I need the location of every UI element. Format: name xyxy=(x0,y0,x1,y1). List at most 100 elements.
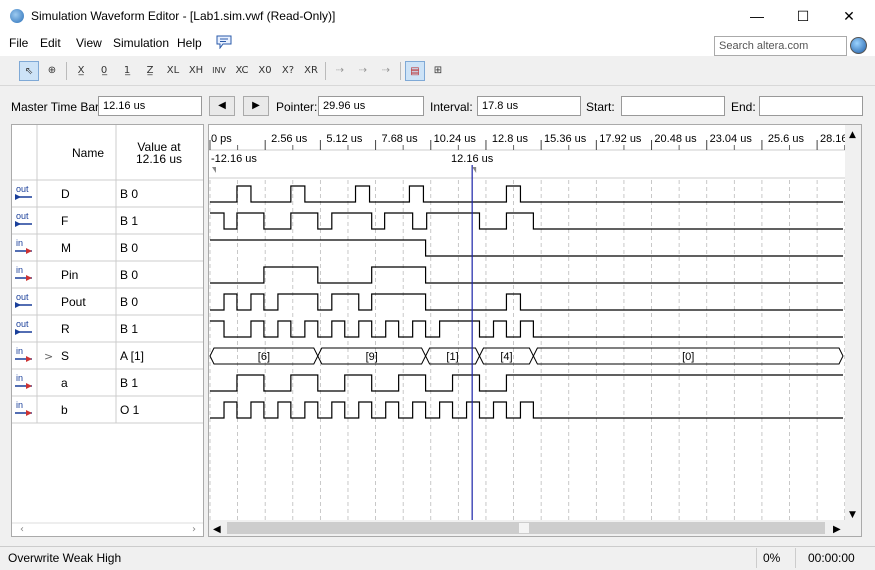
signal-waveform[interactable] xyxy=(210,185,843,203)
signal-name[interactable]: S xyxy=(61,349,69,363)
value-column-header-line2[interactable]: 12.16 us xyxy=(136,152,182,166)
high-impedance-icon[interactable]: Z̲ xyxy=(140,61,160,81)
signal-value: B 1 xyxy=(120,214,138,228)
arbitrary-value-icon[interactable]: X? xyxy=(278,61,298,81)
master-time-bar-field[interactable] xyxy=(98,96,202,116)
input-pin-icon: in xyxy=(15,400,32,416)
time-tick-label: 0 ps xyxy=(211,133,232,145)
end-field[interactable] xyxy=(759,96,863,116)
search-input[interactable] xyxy=(714,36,847,56)
force-high-icon[interactable]: 1̲ xyxy=(117,61,137,81)
svg-text:in: in xyxy=(16,238,23,248)
invert-icon[interactable]: INV xyxy=(209,61,229,81)
svg-text:in: in xyxy=(16,400,23,410)
signal-name[interactable]: F xyxy=(61,214,68,228)
feedback-icon[interactable] xyxy=(216,35,232,49)
start-label: Start: xyxy=(586,100,615,114)
menu-simulation[interactable]: Simulation xyxy=(113,36,169,50)
vertical-scrollbar[interactable] xyxy=(845,125,861,520)
scroll-left-arrow[interactable]: ‹ xyxy=(20,524,24,535)
svg-text:out: out xyxy=(16,211,29,221)
pointer-label: Pointer: xyxy=(276,100,318,114)
toolbar-separator xyxy=(400,62,401,80)
globe-icon[interactable] xyxy=(850,37,867,54)
scroll-up-arrow[interactable]: ▲ xyxy=(849,130,856,140)
previous-transition-button[interactable]: ◀ xyxy=(209,96,235,116)
run-functional-icon[interactable]: ⇢ xyxy=(330,61,350,81)
interval-field[interactable] xyxy=(477,96,581,116)
waveform-panel: 0 ps 2.56 us 5.12 us 7.68 us 10.24 us 12.8 us… xyxy=(208,124,863,537)
signal-waveform[interactable] xyxy=(210,239,843,257)
signal-name[interactable]: R xyxy=(61,322,70,336)
signal-name[interactable]: Pout xyxy=(61,295,86,309)
waveform-canvas[interactable]: 0 ps 2.56 us 5.12 us 7.68 us 10.24 us 12.8 us… xyxy=(209,125,863,536)
signal-list-panel: Name Value at 12.16 us out D B 0 out F B 1 in M… xyxy=(11,124,204,537)
bus-value-label: [6] xyxy=(258,351,270,363)
svg-text:out: out xyxy=(16,184,29,194)
random-value-icon[interactable]: XR xyxy=(301,61,321,81)
scroll-left-arrow[interactable]: ◀ xyxy=(213,524,221,535)
snap-to-grid-icon[interactable]: ▤ xyxy=(405,61,425,81)
menu-view[interactable]: View xyxy=(76,36,102,50)
zoom-tool-icon[interactable]: ⊕ xyxy=(42,61,62,81)
pointer-field[interactable] xyxy=(318,96,424,116)
name-column-header[interactable]: Name xyxy=(72,146,104,160)
svg-text:in: in xyxy=(16,373,23,383)
signal-value: B 0 xyxy=(120,241,138,255)
weak-high-icon[interactable]: XH xyxy=(186,61,206,81)
signal-value: B 0 xyxy=(120,187,138,201)
scroll-right-arrow[interactable]: ▶ xyxy=(833,524,841,535)
signal-value: O 1 xyxy=(120,403,140,417)
toolbar-separator xyxy=(325,62,326,80)
grid-settings-icon[interactable]: ⊞ xyxy=(428,61,448,81)
input-pin-icon: in xyxy=(15,373,32,389)
maximize-button[interactable]: ☐ xyxy=(780,0,826,32)
generate-netlist-icon[interactable]: ⇢ xyxy=(376,61,396,81)
signal-waveform[interactable] xyxy=(210,293,843,311)
signal-waveform[interactable] xyxy=(210,401,843,419)
signal-name[interactable]: Pin xyxy=(61,268,78,282)
output-pin-icon: out xyxy=(15,292,32,308)
signal-value: B 0 xyxy=(120,268,138,282)
end-label: End: xyxy=(731,100,756,114)
signal-list: Name Value at 12.16 us out D B 0out F B 1in M… xyxy=(12,125,203,535)
status-divider xyxy=(795,548,796,568)
signal-value: B 1 xyxy=(120,322,138,336)
overwrite-clock-icon[interactable]: X0 xyxy=(255,61,275,81)
bus-value-label: [9] xyxy=(366,351,378,363)
output-pin-icon: out xyxy=(15,319,32,335)
scroll-down-arrow[interactable]: ▼ xyxy=(849,510,856,520)
start-field[interactable] xyxy=(621,96,725,116)
bus-value-label: [1] xyxy=(446,351,458,363)
signal-waveform[interactable] xyxy=(210,320,843,338)
status-divider xyxy=(756,548,757,568)
menu-help[interactable]: Help xyxy=(177,36,202,50)
signal-name[interactable]: M xyxy=(61,241,71,255)
svg-text:out: out xyxy=(16,292,29,302)
signal-waveform[interactable] xyxy=(210,374,843,392)
count-value-icon[interactable]: XC xyxy=(232,61,252,81)
signal-waveform[interactable] xyxy=(210,212,843,230)
scroll-right-arrow[interactable]: › xyxy=(192,524,196,535)
time-tick-label: 12.8 us xyxy=(492,133,529,145)
signal-waveform[interactable] xyxy=(210,266,843,284)
signal-name[interactable]: b xyxy=(61,403,68,417)
close-button[interactable]: ✕ xyxy=(826,0,872,32)
menu-file[interactable]: File xyxy=(9,36,28,50)
expand-chevron-icon[interactable]: > xyxy=(44,350,53,363)
run-timing-icon[interactable]: ⇢ xyxy=(353,61,373,81)
signal-value: A [1] xyxy=(120,349,144,363)
minimize-button[interactable]: — xyxy=(734,0,780,32)
selection-tool-icon[interactable]: ⇖ xyxy=(19,61,39,81)
next-transition-button[interactable]: ▶ xyxy=(243,96,269,116)
input-pin-icon: in xyxy=(15,346,32,362)
weak-low-icon[interactable]: XL xyxy=(163,61,183,81)
force-low-icon[interactable]: 0̲ xyxy=(94,61,114,81)
master-time-bar-label: Master Time Bar: xyxy=(11,100,103,114)
menu-edit[interactable]: Edit xyxy=(40,36,61,50)
signal-name[interactable]: a xyxy=(61,376,68,390)
bus-value-label: [4] xyxy=(500,351,512,363)
status-bar xyxy=(0,546,875,570)
signal-name[interactable]: D xyxy=(61,187,70,201)
force-unknown-icon[interactable]: X̲ xyxy=(71,61,91,81)
